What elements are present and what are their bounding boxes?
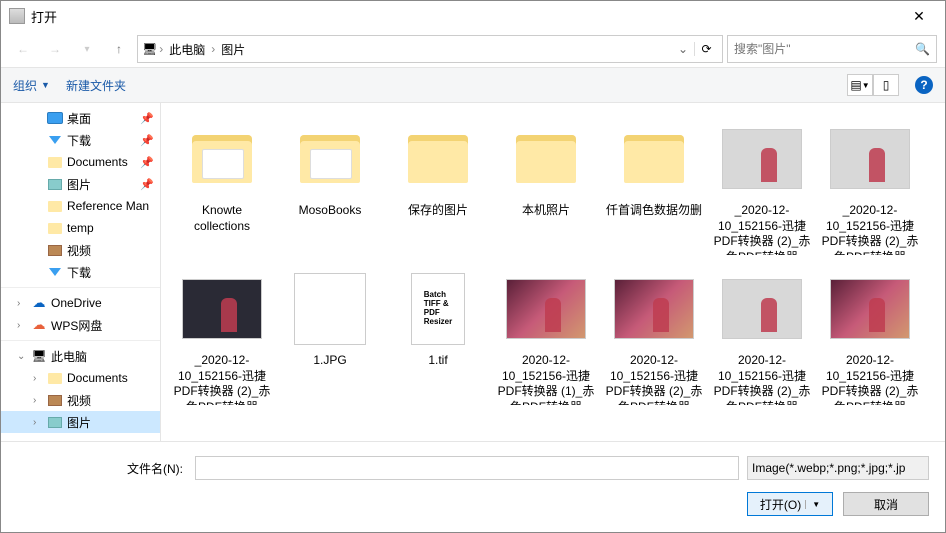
file-thumb [614,119,694,199]
file-label: 1.JPG [313,353,346,369]
file-label: 2020-12-10_152156-迅捷PDF转换器 (2)_赤兔PDF转换器_… [713,353,811,405]
preview-pane-button[interactable]: ▯ [873,74,899,96]
file-item-10[interactable]: 2020-12-10_152156-迅捷PDF转换器 (1)_赤兔PDF转换器_… [493,265,599,409]
file-label: 本机照片 [522,203,570,219]
file-thumb [182,119,262,199]
file-label: 1.tif [428,353,447,369]
tree-quick-0[interactable]: 桌面📌 [1,107,160,129]
help-button[interactable]: ? [915,76,933,94]
file-item-3[interactable]: 本机照片 [493,115,599,259]
file-thumb [722,269,802,349]
filename-input[interactable] [195,456,739,480]
file-item-6[interactable]: _2020-12-10_152156-迅捷PDF转换器 (2)_赤兔PDF转换器… [817,115,923,259]
nav-row: ← → ▾ ↑ 🖥 › 此电脑 › 图片 ⌄ ⟳ 🔍 [1,31,945,67]
toolbar: 组织▼ 新建文件夹 ▤ ▼ ▯ ? [1,67,945,103]
tree-quick-5[interactable]: temp [1,217,160,239]
search-icon: 🔍 [915,42,930,56]
file-label: Knowte collections [173,203,271,234]
file-item-11[interactable]: 2020-12-10_152156-迅捷PDF转换器 (2)_赤兔PDF转换器_… [601,265,707,409]
file-thumb [830,269,910,349]
dialog-footer: 文件名(N): Image(*.webp;*.png;*.jpg;*.jp 打开… [1,441,945,532]
path-seg-1[interactable]: 图片 [217,39,249,60]
file-item-2[interactable]: 保存的图片 [385,115,491,259]
forward-button[interactable]: → [41,35,69,63]
tree-quick-2[interactable]: Documents📌 [1,151,160,173]
file-item-9[interactable]: BatchTIFF &PDFResizer 1.tif [385,265,491,409]
file-label: _2020-12-10_152156-迅捷PDF转换器 (2)_赤兔PDF转换器… [821,203,919,255]
tree-pc[interactable]: ⌄🖥此电脑 [1,345,160,367]
tree-quick-1[interactable]: 下载📌 [1,129,160,151]
app-icon [9,8,25,24]
address-bar[interactable]: 🖥 › 此电脑 › 图片 ⌄ ⟳ [137,35,723,63]
file-item-13[interactable]: 2020-12-10_152156-迅捷PDF转换器 (2)_赤兔PDF转换器_… [817,265,923,409]
file-thumb [506,119,586,199]
file-item-5[interactable]: _2020-12-10_152156-迅捷PDF转换器 (2)_赤兔PDF转换器… [709,115,815,259]
up-button[interactable]: ↑ [105,35,133,63]
tree-quick-4[interactable]: Reference Man [1,195,160,217]
file-item-7[interactable]: _2020-12-10_152156-迅捷PDF转换器 (2)_赤兔PDF转换器… [169,265,275,409]
file-item-4[interactable]: 仟首调色数据勿删 [601,115,707,259]
tree-pc-2[interactable]: ›图片 [1,411,160,433]
chevron-right-icon: › [211,42,215,56]
organize-menu[interactable]: 组织▼ [13,77,50,94]
address-dropdown[interactable]: ⌄ [674,42,692,56]
tree-pc-1[interactable]: ›视频 [1,389,160,411]
file-item-8[interactable]: 1.JPG [277,265,383,409]
search-box[interactable]: 🔍 [727,35,937,63]
file-thumb [722,119,802,199]
file-thumb [290,119,370,199]
tree-cloud-0[interactable]: ›☁OneDrive [1,292,160,314]
file-label: _2020-12-10_152156-迅捷PDF转换器 (2)_赤兔PDF转换器… [173,353,271,405]
pc-icon: 🖥 [142,42,157,56]
file-label: 仟首调色数据勿删 [606,203,702,219]
file-thumb [614,269,694,349]
file-label: 保存的图片 [408,203,468,219]
window-title: 打开 [31,7,901,26]
file-label: 2020-12-10_152156-迅捷PDF转换器 (2)_赤兔PDF转换器_… [821,353,919,405]
close-button[interactable]: ✕ [901,4,937,28]
file-thumb [830,119,910,199]
filename-label: 文件名(N): [17,460,187,477]
nav-tree: 桌面📌下载📌Documents📌图片📌Reference Mantemp视频下载… [1,103,161,441]
file-item-0[interactable]: Knowte collections [169,115,275,259]
filetype-dropdown[interactable]: Image(*.webp;*.png;*.jpg;*.jp [747,456,929,480]
file-thumb [182,269,262,349]
tree-quick-7[interactable]: 下载 [1,261,160,283]
cancel-button[interactable]: 取消 [843,492,929,516]
tree-cloud-1[interactable]: ›☁WPS网盘 [1,314,160,336]
file-list[interactable]: Knowte collections MosoBooks 保存的图片 本机照片 仟首调色… [161,103,945,441]
search-input[interactable] [734,42,915,56]
open-button[interactable]: 打开(O)▼ [747,492,833,516]
file-item-12[interactable]: 2020-12-10_152156-迅捷PDF转换器 (2)_赤兔PDF转换器_… [709,265,815,409]
tree-quick-6[interactable]: 视频 [1,239,160,261]
file-item-1[interactable]: MosoBooks [277,115,383,259]
tree-pc-0[interactable]: ›Documents [1,367,160,389]
title-bar: 打开 ✕ [1,1,945,31]
file-label: 2020-12-10_152156-迅捷PDF转换器 (1)_赤兔PDF转换器_… [497,353,595,405]
view-menu[interactable]: ▤ ▼ [847,74,873,96]
file-label: MosoBooks [299,203,362,219]
file-thumb: BatchTIFF &PDFResizer [398,269,478,349]
tree-quick-3[interactable]: 图片📌 [1,173,160,195]
file-label: _2020-12-10_152156-迅捷PDF转换器 (2)_赤兔PDF转换器… [713,203,811,255]
history-dropdown[interactable]: ▾ [73,35,101,63]
file-thumb [290,269,370,349]
path-seg-0[interactable]: 此电脑 [165,39,209,60]
back-button[interactable]: ← [9,35,37,63]
refresh-button[interactable]: ⟳ [694,42,718,56]
file-label: 2020-12-10_152156-迅捷PDF转换器 (2)_赤兔PDF转换器_… [605,353,703,405]
file-thumb [398,119,478,199]
new-folder-button[interactable]: 新建文件夹 [66,77,126,94]
chevron-right-icon: › [159,42,163,56]
file-thumb [506,269,586,349]
